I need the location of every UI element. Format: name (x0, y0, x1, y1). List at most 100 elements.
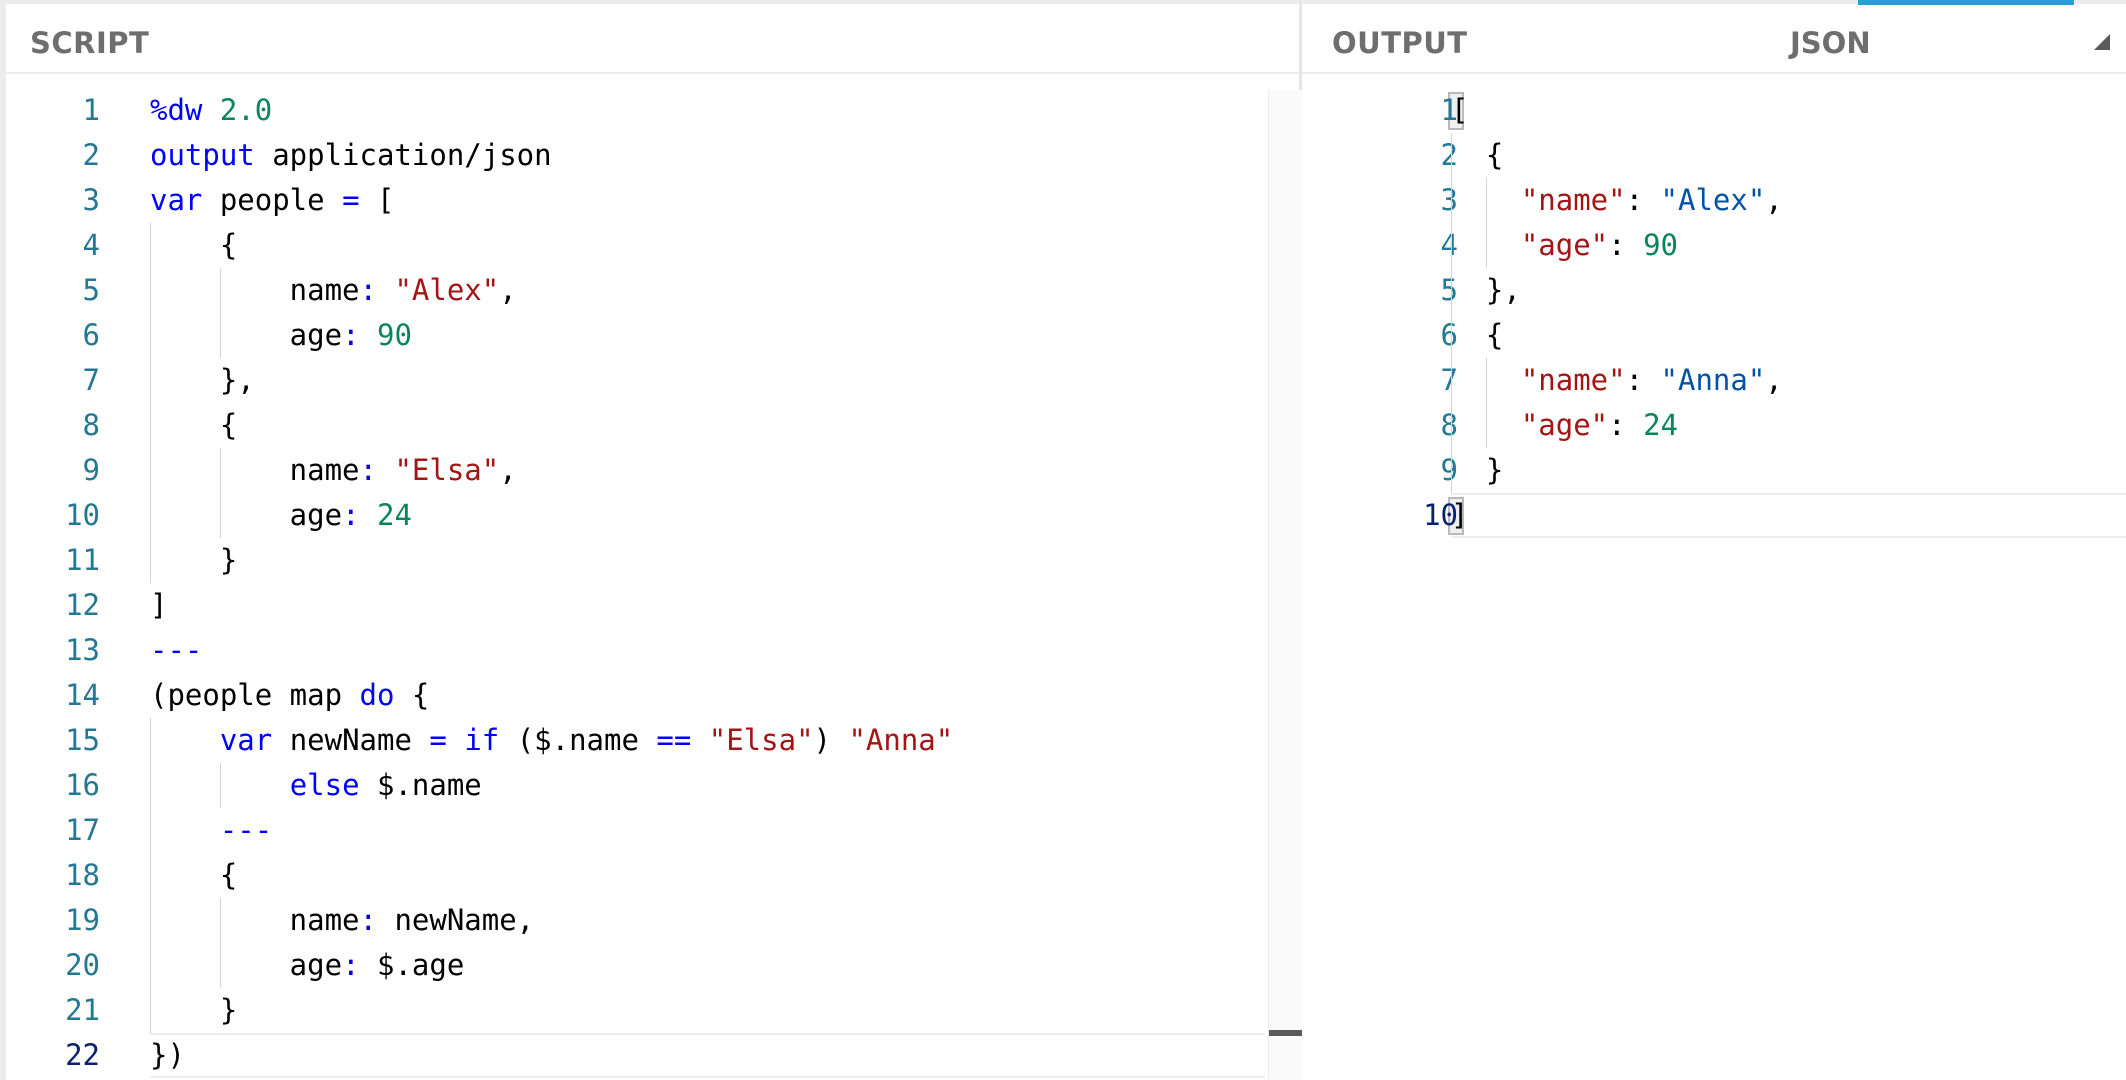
code-line[interactable]: 5 name: "Alex", (6, 268, 1299, 313)
code-line[interactable]: 4 "age": 90 (1302, 223, 2126, 268)
code-line[interactable]: 4 { (6, 223, 1299, 268)
code-line[interactable]: 2 { (1302, 133, 2126, 178)
code-line[interactable]: 7 "name": "Anna", (1302, 358, 2126, 403)
code-line[interactable]: 1 %dw 2.0 (6, 88, 1299, 133)
code-token: }, (1451, 273, 1521, 307)
code-token: ] (150, 588, 168, 622)
code-text: [ (1451, 88, 1468, 133)
code-token: { (394, 678, 430, 712)
code-line[interactable]: 3 "name": "Alex", (1302, 178, 2126, 223)
scrollbar-thumb[interactable] (1269, 1030, 1303, 1036)
indent-guide (1485, 178, 1487, 268)
line-number: 10 (65, 498, 100, 532)
line-number: 8 (82, 408, 100, 442)
line-number: 9 (82, 453, 100, 487)
code-text: --- (150, 628, 202, 673)
code-token: --- (150, 633, 203, 667)
code-line[interactable]: 10] (1302, 493, 2126, 538)
format-active-indicator (1858, 0, 2074, 5)
output-format-dropdown[interactable]: JSON (1790, 26, 1871, 60)
code-line[interactable]: 13 --- (6, 628, 1299, 673)
code-line[interactable]: 14 (people map do { (6, 673, 1299, 718)
script-pane: SCRIPT 1 %dw 2.0 2 output application/json 3… (0, 0, 1303, 1080)
code-token: ) (813, 723, 849, 757)
code-token: : (359, 453, 377, 487)
code-token: "Alex" (394, 273, 500, 307)
line-number: 9 (1440, 453, 1458, 487)
line-number: 4 (82, 228, 100, 262)
code-line[interactable]: 6 age: 90 (6, 313, 1299, 358)
line-number: 3 (1440, 183, 1458, 217)
line-number: 16 (65, 768, 100, 802)
code-line[interactable]: 20 age: $.age (6, 943, 1299, 988)
code-token: "Anna" (1660, 363, 1766, 397)
output-editor[interactable]: 1[2 {3 "name": "Alex", 4 "age": 90 5 }, 6 {… (1302, 88, 2126, 1080)
code-line[interactable]: 8 { (6, 403, 1299, 448)
code-text: %dw 2.0 (150, 88, 272, 133)
code-line[interactable]: 3 var people = [ (6, 178, 1299, 223)
script-scrollbar[interactable] (1268, 90, 1303, 1080)
code-line[interactable]: 9 } (1302, 448, 2126, 493)
line-number: 1 (82, 93, 100, 127)
code-token: 90 (1643, 228, 1678, 262)
code-line[interactable]: 8 "age": 24 (1302, 403, 2126, 448)
code-text: } (1451, 448, 1503, 493)
line-number: 2 (1440, 138, 1458, 172)
code-token: : (359, 273, 377, 307)
code-token: application/json (272, 138, 552, 172)
code-line[interactable]: 22}) (6, 1033, 1299, 1078)
code-token: var (150, 183, 220, 217)
code-line[interactable]: 1[ (1302, 88, 2126, 133)
indent-guide (219, 898, 221, 988)
code-line[interactable]: 21 } (6, 988, 1299, 1033)
script-editor[interactable]: 1 %dw 2.0 2 output application/json 3 var peo… (6, 88, 1299, 1080)
code-text: --- (150, 808, 272, 853)
script-header: SCRIPT (6, 0, 1299, 74)
code-line[interactable]: 2 output application/json (6, 133, 1299, 178)
code-token: "name" (1520, 363, 1626, 397)
code-token: name (150, 453, 360, 487)
code-line[interactable]: 19 name: newName, (6, 898, 1299, 943)
line-number: 10 (1423, 498, 1458, 532)
code-token: "age" (1520, 408, 1609, 442)
code-line[interactable]: 12] (6, 583, 1299, 628)
code-token: [ (359, 183, 395, 217)
code-line[interactable]: 9 name: "Elsa", (6, 448, 1299, 493)
indent-guide (219, 763, 221, 808)
code-line[interactable]: 17 --- (6, 808, 1299, 853)
output-title: OUTPUT (1332, 26, 1468, 60)
code-token: name (150, 903, 360, 937)
code-token: newName (289, 723, 430, 757)
code-token: }) (150, 1038, 185, 1072)
code-token: = (342, 183, 360, 217)
code-text: } (150, 988, 237, 1033)
code-text: age: 24 (150, 493, 412, 538)
code-token: { (1451, 138, 1504, 172)
code-token: : (342, 498, 360, 532)
code-token: { (150, 858, 238, 892)
triangle-down-right-icon[interactable] (2094, 34, 2110, 50)
code-token: newName, (376, 903, 535, 937)
code-line[interactable]: 10 age: 24 (6, 493, 1299, 538)
code-token: : (342, 318, 360, 352)
code-token: 2.0 (219, 93, 273, 127)
code-line[interactable]: 7 }, (6, 358, 1299, 403)
code-token: age (150, 498, 343, 532)
line-number: 2 (82, 138, 100, 172)
code-line[interactable]: 5 }, (1302, 268, 2126, 313)
code-token: 24 (377, 498, 412, 532)
code-line[interactable]: 6 { (1302, 313, 2126, 358)
line-number: 13 (65, 633, 100, 667)
line-number: 7 (1440, 363, 1458, 397)
code-token: "Elsa" (394, 453, 500, 487)
code-line[interactable]: 18 { (6, 853, 1299, 898)
line-number: 20 (65, 948, 100, 982)
code-line[interactable]: 16 else $.name (6, 763, 1299, 808)
code-text: } (150, 538, 237, 583)
code-line[interactable]: 11 } (6, 538, 1299, 583)
code-line[interactable]: 15 var newName = if ($.name == "Elsa") "… (6, 718, 1299, 763)
